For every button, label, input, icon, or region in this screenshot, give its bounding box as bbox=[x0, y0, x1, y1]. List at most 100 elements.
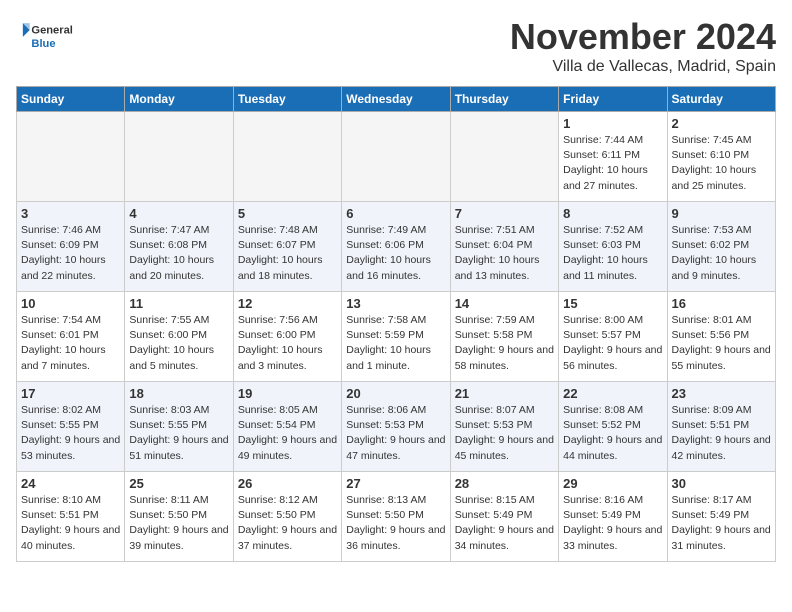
col-header-sunday: Sunday bbox=[17, 87, 125, 112]
calendar-cell bbox=[233, 112, 341, 202]
day-info: Sunrise: 8:00 AM Sunset: 5:57 PM Dayligh… bbox=[563, 313, 662, 374]
day-info: Sunrise: 7:58 AM Sunset: 5:59 PM Dayligh… bbox=[346, 313, 445, 374]
day-number: 2 bbox=[672, 116, 771, 131]
day-number: 27 bbox=[346, 476, 445, 491]
col-header-wednesday: Wednesday bbox=[342, 87, 450, 112]
day-info: Sunrise: 8:12 AM Sunset: 5:50 PM Dayligh… bbox=[238, 493, 337, 554]
day-info: Sunrise: 8:08 AM Sunset: 5:52 PM Dayligh… bbox=[563, 403, 662, 464]
calendar-cell bbox=[125, 112, 233, 202]
day-number: 18 bbox=[129, 386, 228, 401]
month-title: November 2024 bbox=[510, 16, 776, 58]
day-number: 28 bbox=[455, 476, 554, 491]
day-number: 23 bbox=[672, 386, 771, 401]
day-number: 14 bbox=[455, 296, 554, 311]
day-number: 7 bbox=[455, 206, 554, 221]
calendar-cell: 5 Sunrise: 7:48 AM Sunset: 6:07 PM Daylig… bbox=[233, 202, 341, 292]
calendar-cell bbox=[342, 112, 450, 202]
calendar-cell: 4Sunrise: 7:47 AM Sunset: 6:08 PM Daylig… bbox=[125, 202, 233, 292]
calendar-cell: 12 Sunrise: 7:56 AM Sunset: 6:00 PM Dayli… bbox=[233, 292, 341, 382]
day-number: 6 bbox=[346, 206, 445, 221]
col-header-monday: Monday bbox=[125, 87, 233, 112]
day-number: 3 bbox=[21, 206, 120, 221]
col-header-tuesday: Tuesday bbox=[233, 87, 341, 112]
calendar-cell: 11 Sunrise: 7:55 AM Sunset: 6:00 PM Dayli… bbox=[125, 292, 233, 382]
calendar-cell: 29 Sunrise: 8:16 AM Sunset: 5:49 PM Dayli… bbox=[559, 472, 667, 562]
calendar-cell: 27Sunrise: 8:13 AM Sunset: 5:50 PM Dayli… bbox=[342, 472, 450, 562]
day-number: 12 bbox=[238, 296, 337, 311]
day-number: 25 bbox=[129, 476, 228, 491]
day-info: Sunrise: 8:16 AM Sunset: 5:49 PM Dayligh… bbox=[563, 493, 662, 554]
day-info: Sunrise: 8:01 AM Sunset: 5:56 PM Dayligh… bbox=[672, 313, 771, 374]
col-header-friday: Friday bbox=[559, 87, 667, 112]
day-info: Sunrise: 8:10 AM Sunset: 5:51 PM Dayligh… bbox=[21, 493, 120, 554]
calendar-cell: 2 Sunrise: 7:45 AM Sunset: 6:10 PM Daylig… bbox=[667, 112, 775, 202]
logo-svg: General Blue bbox=[16, 16, 76, 56]
day-info: Sunrise: 8:02 AM Sunset: 5:55 PM Dayligh… bbox=[21, 403, 120, 464]
day-number: 22 bbox=[563, 386, 662, 401]
day-number: 1 bbox=[563, 116, 662, 131]
calendar-cell: 17 Sunrise: 8:02 AM Sunset: 5:55 PM Dayli… bbox=[17, 382, 125, 472]
day-number: 21 bbox=[455, 386, 554, 401]
day-number: 16 bbox=[672, 296, 771, 311]
day-info: Sunrise: 7:44 AM Sunset: 6:11 PM Dayligh… bbox=[563, 133, 662, 194]
col-header-thursday: Thursday bbox=[450, 87, 558, 112]
day-info: Sunrise: 7:46 AM Sunset: 6:09 PM Dayligh… bbox=[21, 223, 120, 284]
calendar-cell: 7 Sunrise: 7:51 AM Sunset: 6:04 PM Daylig… bbox=[450, 202, 558, 292]
calendar-cell: 13Sunrise: 7:58 AM Sunset: 5:59 PM Dayli… bbox=[342, 292, 450, 382]
calendar-cell bbox=[17, 112, 125, 202]
day-info: Sunrise: 8:15 AM Sunset: 5:49 PM Dayligh… bbox=[455, 493, 554, 554]
calendar-cell: 6Sunrise: 7:49 AM Sunset: 6:06 PM Daylig… bbox=[342, 202, 450, 292]
day-number: 11 bbox=[129, 296, 228, 311]
calendar-cell: 8 Sunrise: 7:52 AM Sunset: 6:03 PM Daylig… bbox=[559, 202, 667, 292]
calendar-cell: 19Sunrise: 8:05 AM Sunset: 5:54 PM Dayli… bbox=[233, 382, 341, 472]
calendar-cell: 9 Sunrise: 7:53 AM Sunset: 6:02 PM Daylig… bbox=[667, 202, 775, 292]
day-info: Sunrise: 7:48 AM Sunset: 6:07 PM Dayligh… bbox=[238, 223, 337, 284]
svg-text:Blue: Blue bbox=[31, 38, 55, 50]
day-info: Sunrise: 7:47 AM Sunset: 6:08 PM Dayligh… bbox=[129, 223, 228, 284]
logo: General Blue bbox=[16, 16, 76, 56]
calendar-cell: 15 Sunrise: 8:00 AM Sunset: 5:57 PM Dayli… bbox=[559, 292, 667, 382]
day-number: 17 bbox=[21, 386, 120, 401]
location: Villa de Vallecas, Madrid, Spain bbox=[510, 58, 776, 76]
day-number: 24 bbox=[21, 476, 120, 491]
day-number: 10 bbox=[21, 296, 120, 311]
calendar-cell: 10 Sunrise: 7:54 AM Sunset: 6:01 PM Dayli… bbox=[17, 292, 125, 382]
day-number: 26 bbox=[238, 476, 337, 491]
calendar-cell: 30 Sunrise: 8:17 AM Sunset: 5:49 PM Dayli… bbox=[667, 472, 775, 562]
day-number: 9 bbox=[672, 206, 771, 221]
calendar-cell: 23 Sunrise: 8:09 AM Sunset: 5:51 PM Dayli… bbox=[667, 382, 775, 472]
day-info: Sunrise: 7:45 AM Sunset: 6:10 PM Dayligh… bbox=[672, 133, 771, 194]
day-info: Sunrise: 7:53 AM Sunset: 6:02 PM Dayligh… bbox=[672, 223, 771, 284]
calendar-cell: 16 Sunrise: 8:01 AM Sunset: 5:56 PM Dayli… bbox=[667, 292, 775, 382]
calendar-cell: 20 Sunrise: 8:06 AM Sunset: 5:53 PM Dayli… bbox=[342, 382, 450, 472]
calendar-table: SundayMondayTuesdayWednesdayThursdayFrid… bbox=[16, 86, 776, 562]
day-info: Sunrise: 7:56 AM Sunset: 6:00 PM Dayligh… bbox=[238, 313, 337, 374]
day-info: Sunrise: 8:09 AM Sunset: 5:51 PM Dayligh… bbox=[672, 403, 771, 464]
day-info: Sunrise: 8:07 AM Sunset: 5:53 PM Dayligh… bbox=[455, 403, 554, 464]
svg-text:General: General bbox=[31, 24, 72, 36]
calendar-cell: 3 Sunrise: 7:46 AM Sunset: 6:09 PM Daylig… bbox=[17, 202, 125, 292]
day-number: 30 bbox=[672, 476, 771, 491]
day-info: Sunrise: 8:17 AM Sunset: 5:49 PM Dayligh… bbox=[672, 493, 771, 554]
header: General Blue November 2024 Villa de Vall… bbox=[16, 16, 776, 76]
day-info: Sunrise: 8:05 AM Sunset: 5:54 PM Dayligh… bbox=[238, 403, 337, 464]
day-number: 29 bbox=[563, 476, 662, 491]
day-number: 8 bbox=[563, 206, 662, 221]
day-info: Sunrise: 7:54 AM Sunset: 6:01 PM Dayligh… bbox=[21, 313, 120, 374]
day-info: Sunrise: 8:06 AM Sunset: 5:53 PM Dayligh… bbox=[346, 403, 445, 464]
calendar-cell: 21 Sunrise: 8:07 AM Sunset: 5:53 PM Dayli… bbox=[450, 382, 558, 472]
day-info: Sunrise: 7:59 AM Sunset: 5:58 PM Dayligh… bbox=[455, 313, 554, 374]
day-number: 15 bbox=[563, 296, 662, 311]
calendar-cell: 14 Sunrise: 7:59 AM Sunset: 5:58 PM Dayli… bbox=[450, 292, 558, 382]
calendar-cell: 24 Sunrise: 8:10 AM Sunset: 5:51 PM Dayli… bbox=[17, 472, 125, 562]
day-number: 20 bbox=[346, 386, 445, 401]
calendar-cell bbox=[450, 112, 558, 202]
day-info: Sunrise: 7:52 AM Sunset: 6:03 PM Dayligh… bbox=[563, 223, 662, 284]
day-info: Sunrise: 8:03 AM Sunset: 5:55 PM Dayligh… bbox=[129, 403, 228, 464]
col-header-saturday: Saturday bbox=[667, 87, 775, 112]
calendar-cell: 1 Sunrise: 7:44 AM Sunset: 6:11 PM Daylig… bbox=[559, 112, 667, 202]
calendar-cell: 22 Sunrise: 8:08 AM Sunset: 5:52 PM Dayli… bbox=[559, 382, 667, 472]
day-number: 5 bbox=[238, 206, 337, 221]
day-info: Sunrise: 7:51 AM Sunset: 6:04 PM Dayligh… bbox=[455, 223, 554, 284]
day-info: Sunrise: 7:55 AM Sunset: 6:00 PM Dayligh… bbox=[129, 313, 228, 374]
